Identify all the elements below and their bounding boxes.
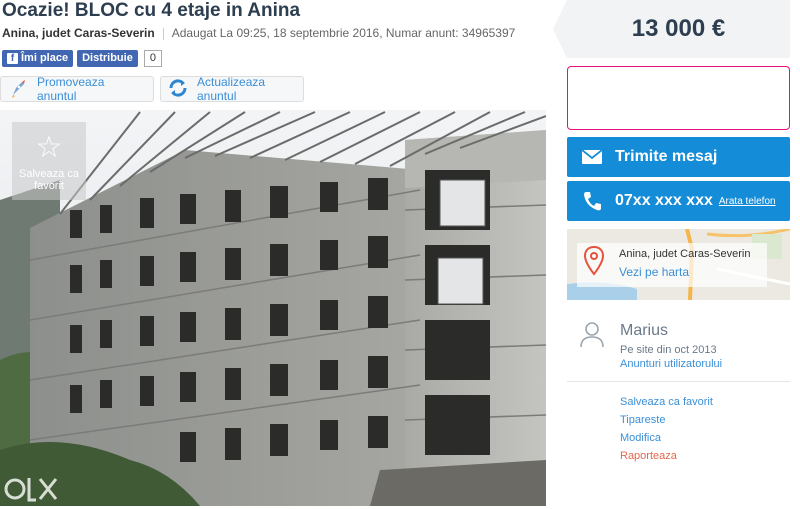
seller-ads-link[interactable]: Anunturi utilizatorului <box>620 358 722 370</box>
facebook-icon: f <box>7 53 18 64</box>
save-favorite-overlay[interactable]: ☆ Salveaza ca favorit <box>12 122 86 200</box>
share-count: 0 <box>143 50 162 67</box>
sidebar-divider <box>567 381 790 382</box>
phone-number: 07xx xxx xxx <box>615 192 713 209</box>
social-bar: f Îmi place Distribuie 0 <box>2 50 162 67</box>
price: 13 000 € <box>553 0 790 58</box>
save-favorite-link[interactable]: Salveaza ca favorit <box>620 395 713 413</box>
star-icon: ☆ <box>35 131 63 164</box>
ad-added-info: Adaugat La 09:25, 18 septembrie 2016, Nu… <box>171 26 516 40</box>
save-favorite-overlay-label: Salveaza ca favorit <box>19 168 79 192</box>
facebook-share-button[interactable]: Distribuie <box>77 50 138 67</box>
map-info-card: Anina, judet Caras-Severin Vezi pe harta <box>577 243 767 287</box>
ad-actions: Promoveaza anuntul Actualizeaza anuntul <box>0 75 304 103</box>
send-message-button[interactable]: Trimite mesaj <box>567 137 790 177</box>
seller-name: Marius <box>620 322 669 339</box>
ad-meta: Anina, judet Caras-Severin Adaugat La 09:… <box>2 26 515 40</box>
phone-icon <box>581 191 603 211</box>
advertisement-slot <box>567 66 790 130</box>
promote-ad-label: Promoveaza anuntul <box>37 75 105 103</box>
meta-divider <box>162 27 164 40</box>
location-map[interactable]: Anina, judet Caras-Severin Vezi pe harta <box>567 229 790 300</box>
promote-ad-button[interactable]: Promoveaza anuntul <box>0 75 154 103</box>
user-avatar-icon <box>578 320 606 353</box>
facebook-share-label: Distribuie <box>82 52 133 64</box>
view-map-link[interactable]: Vezi pe harta <box>619 265 689 279</box>
ad-location: Anina, judet Caras-Severin <box>2 26 155 40</box>
olx-watermark-logo <box>4 474 60 509</box>
edit-link[interactable]: Modifica <box>620 431 713 449</box>
location-pin-icon <box>583 245 605 279</box>
ad-links: Salveaza ca favorit Tipareste Modifica R… <box>620 395 713 467</box>
refresh-icon <box>167 77 189 102</box>
show-phone-link[interactable]: Arata telefon <box>719 196 776 207</box>
print-link[interactable]: Tipareste <box>620 413 713 431</box>
ad-title: Ocazie! BLOC cu 4 etaje in Anina <box>2 0 301 21</box>
refresh-ad-label: Actualizeaza anuntul <box>197 75 266 103</box>
rocket-icon <box>7 77 29 102</box>
refresh-ad-button[interactable]: Actualizeaza anuntul <box>160 75 304 103</box>
seller-member-since: Pe site din oct 2013 <box>620 344 717 356</box>
send-message-label: Trimite mesaj <box>615 148 718 165</box>
envelope-icon <box>581 150 603 164</box>
map-location-text: Anina, judet Caras-Severin <box>619 248 751 260</box>
facebook-like-button[interactable]: f Îmi place <box>2 50 74 67</box>
report-link[interactable]: Raporteaza <box>620 449 713 467</box>
facebook-like-label: Îmi place <box>21 52 69 64</box>
phone-button[interactable]: 07xx xxx xxx Arata telefon <box>567 181 790 221</box>
